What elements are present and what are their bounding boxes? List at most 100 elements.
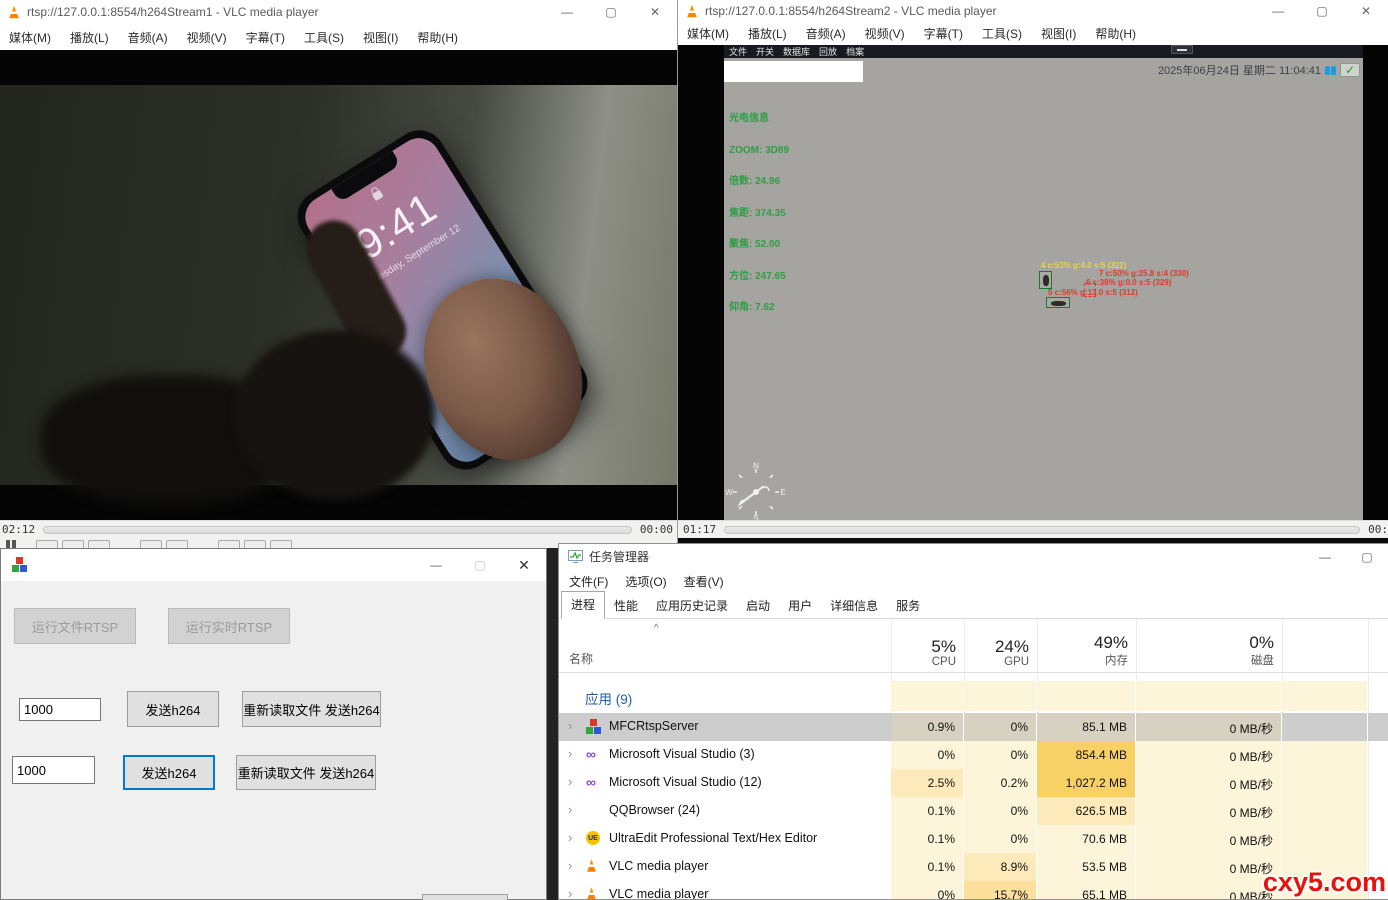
menu-audio[interactable]: 音频(A) xyxy=(806,25,846,42)
maximize-button[interactable]: ▢ xyxy=(458,553,502,577)
reread-send-h264-button-1[interactable]: 重新读取文件 发送h264 xyxy=(242,691,381,727)
task-manager-window: 任务管理器 — ▢ 文件(F) 选项(O) 查看(V) 进程 性能 应用历史记录… xyxy=(558,543,1388,900)
time-total: 00:00 xyxy=(639,523,673,536)
send-h264-button-1[interactable]: 发送h264 xyxy=(127,691,219,727)
menu-help[interactable]: 帮助(H) xyxy=(417,29,458,46)
tab-services[interactable]: 服务 xyxy=(887,593,929,619)
process-row-ultraedit[interactable]: › UltraEdit Professional Text/Hex Editor… xyxy=(559,825,1388,853)
compass-icon: N S W E xyxy=(726,462,786,520)
process-row-visual-studio-12[interactable]: › ∞ Microsoft Visual Studio (12) 2.5% 0.… xyxy=(559,769,1388,797)
maximize-button[interactable]: ▢ xyxy=(589,0,633,24)
tab-performance[interactable]: 性能 xyxy=(605,593,647,619)
seek-bar[interactable] xyxy=(43,525,632,534)
expand-chevron-icon[interactable]: › xyxy=(568,886,572,899)
vlc-control-button[interactable] xyxy=(62,540,84,548)
tab-users[interactable]: 用户 xyxy=(779,593,821,619)
tab-bar: 进程 性能 应用历史记录 启动 用户 详细信息 服务 xyxy=(559,591,1388,619)
detection-label: 7 c:50% g:25.8 s:4 (330) xyxy=(1099,269,1189,278)
column-cpu[interactable]: 5% CPU xyxy=(891,637,964,668)
expand-chevron-icon[interactable]: › xyxy=(568,858,572,873)
time-elapsed: 02:12 xyxy=(2,523,36,536)
vlc-cone-icon xyxy=(587,859,596,872)
seek-bar[interactable] xyxy=(724,525,1361,534)
menu-playback[interactable]: 播放(L) xyxy=(70,29,109,46)
titlebar[interactable]: rtsp://127.0.0.1:8554/h264Stream2 - VLC … xyxy=(678,0,1388,22)
telemetry-focus: 聚焦: 52.00 xyxy=(729,239,781,250)
menu-view[interactable]: 视图(I) xyxy=(1041,25,1076,42)
osd-menu-file: 文件 xyxy=(729,47,748,57)
menu-subtitle[interactable]: 字幕(T) xyxy=(246,29,285,46)
run-file-rtsp-button[interactable]: 运行文件RTSP xyxy=(14,608,136,644)
vlc-control-button[interactable] xyxy=(166,540,188,548)
menu-subtitle[interactable]: 字幕(T) xyxy=(924,25,963,42)
column-header-row: ^ 名称 5% CPU 24% GPU 49% 内存 0% 磁盘 xyxy=(559,619,1388,673)
minimize-button[interactable]: — xyxy=(1304,545,1346,569)
menu-video[interactable]: 视频(V) xyxy=(187,29,227,46)
menu-file[interactable]: 文件(F) xyxy=(569,573,608,590)
tracking-bracket xyxy=(1084,283,1096,297)
menu-tools[interactable]: 工具(S) xyxy=(982,25,1022,42)
osd-datetime-row: 2025年06月24日 星期二 11:04:41 ✓ xyxy=(1158,62,1360,78)
column-disk[interactable]: 0% 磁盘 xyxy=(1136,633,1282,668)
menu-tools[interactable]: 工具(S) xyxy=(304,29,344,46)
expand-chevron-icon[interactable]: › xyxy=(568,802,572,817)
tab-startup[interactable]: 启动 xyxy=(737,593,779,619)
vlc-control-button[interactable] xyxy=(36,540,58,548)
minimize-button[interactable]: — xyxy=(414,553,458,577)
menu-view[interactable]: 视图(I) xyxy=(363,29,398,46)
titlebar[interactable]: rtsp://127.0.0.1:8554/h264Stream1 - VLC … xyxy=(0,0,677,24)
titlebar[interactable]: — ▢ ✕ xyxy=(1,549,546,581)
pause-icon[interactable] xyxy=(6,540,16,548)
close-button[interactable]: ✕ xyxy=(1344,0,1388,23)
menu-audio[interactable]: 音频(A) xyxy=(128,29,168,46)
close-button[interactable]: ✕ xyxy=(502,553,546,577)
mfc-app-icon xyxy=(586,719,602,735)
expand-chevron-icon[interactable]: › xyxy=(568,718,572,733)
menu-playback[interactable]: 播放(L) xyxy=(748,25,787,42)
bird-silhouette xyxy=(1051,301,1066,306)
process-row-qqbrowser[interactable]: › QQBrowser (24) 0.1% 0% 626.5 MB 0 MB/秒 xyxy=(559,797,1388,825)
titlebar[interactable]: 任务管理器 — ▢ xyxy=(559,544,1388,569)
vlc-control-button[interactable] xyxy=(140,540,162,548)
tab-details[interactable]: 详细信息 xyxy=(821,593,887,619)
telemetry-ratio: 倍数: 24.96 xyxy=(729,176,781,187)
expand-chevron-icon[interactable]: › xyxy=(568,830,572,845)
vlc-control-button[interactable] xyxy=(218,540,240,548)
expand-chevron-icon[interactable]: › xyxy=(568,746,572,761)
process-row-visual-studio-3[interactable]: › ∞ Microsoft Visual Studio (3) 0% 0% 85… xyxy=(559,741,1388,769)
tab-app-history[interactable]: 应用历史记录 xyxy=(647,593,737,619)
vlc-control-button[interactable] xyxy=(88,540,110,548)
menu-options[interactable]: 选项(O) xyxy=(625,573,666,590)
menu-media[interactable]: 媒体(M) xyxy=(687,25,729,42)
reread-send-h264-button-2[interactable]: 重新读取文件 发送h264 xyxy=(236,755,376,790)
partial-button[interactable] xyxy=(422,894,508,900)
process-row-mfcrtspserver[interactable]: › MFCRtspServer 0.9% 0% 85.1 MB 0 MB/秒 xyxy=(559,713,1388,741)
video-area-stream1: 9:41 Tuesday, September 12 xyxy=(0,50,677,520)
menu-view[interactable]: 查看(V) xyxy=(684,573,724,590)
bitrate-input-2[interactable] xyxy=(12,756,95,784)
process-list: ^ 名称 5%CPU 24%GPU 49%内存 0%磁盘 应用 (9) xyxy=(559,619,1388,899)
column-gpu[interactable]: 24% GPU xyxy=(964,637,1037,668)
bitrate-input-1[interactable] xyxy=(19,698,101,721)
menu-media[interactable]: 媒体(M) xyxy=(9,29,51,46)
maximize-button[interactable]: ▢ xyxy=(1300,0,1344,23)
vlc-control-button[interactable] xyxy=(244,540,266,548)
minimize-button[interactable]: — xyxy=(1256,0,1300,23)
column-name[interactable]: 名称 xyxy=(569,650,593,667)
task-manager-icon xyxy=(568,550,583,563)
menu-video[interactable]: 视频(V) xyxy=(865,25,905,42)
expand-chevron-icon[interactable]: › xyxy=(568,774,572,789)
menu-help[interactable]: 帮助(H) xyxy=(1095,25,1136,42)
vlc-control-button[interactable] xyxy=(270,540,292,548)
close-button[interactable]: ✕ xyxy=(633,0,677,24)
group-header-apps[interactable]: 应用 (9) xyxy=(559,681,1388,711)
tab-processes[interactable]: 进程 xyxy=(561,591,606,619)
send-h264-button-2[interactable]: 发送h264 xyxy=(123,755,215,790)
vlc-cone-icon xyxy=(587,887,596,899)
column-memory[interactable]: 49% 内存 xyxy=(1037,633,1136,668)
detection-box xyxy=(1046,297,1070,308)
maximize-button[interactable]: ▢ xyxy=(1346,545,1388,569)
sort-arrow-icon: ^ xyxy=(654,623,659,634)
minimize-button[interactable]: — xyxy=(545,0,589,24)
run-live-rtsp-button[interactable]: 运行实时RTSP xyxy=(168,608,290,644)
